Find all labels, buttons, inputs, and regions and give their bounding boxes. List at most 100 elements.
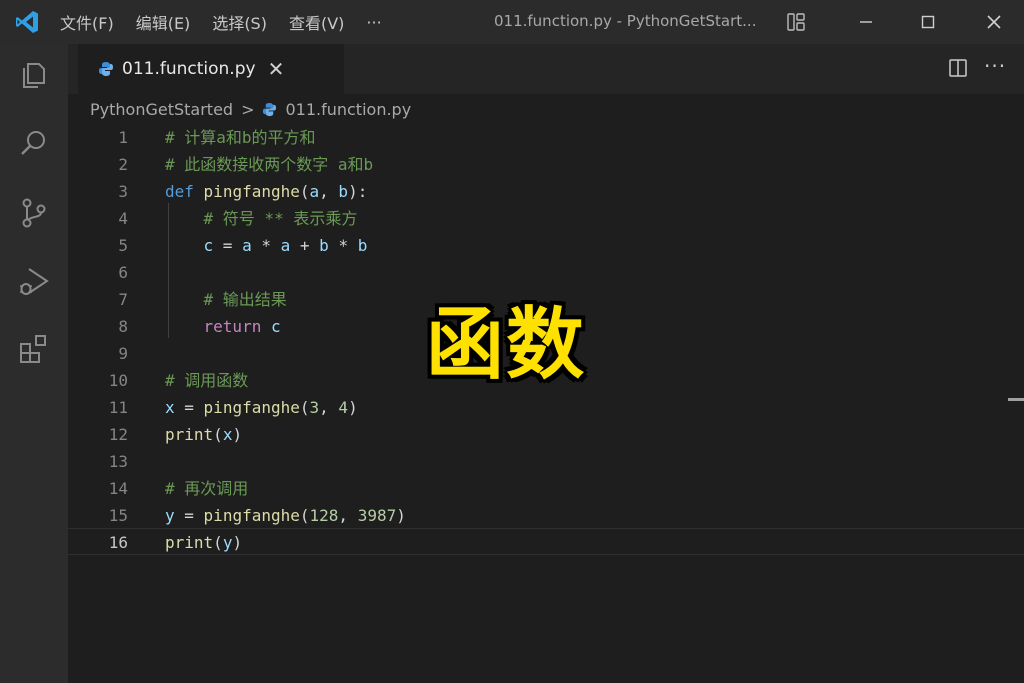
line-number: 14	[108, 479, 128, 498]
menu-more[interactable]: ···	[366, 13, 381, 32]
code-text[interactable]: # 输出结果	[165, 286, 287, 313]
keyword: def	[165, 182, 194, 201]
code-text[interactable]: # 调用函数	[165, 367, 248, 394]
variable: b	[319, 236, 329, 255]
python-file-icon	[263, 102, 277, 116]
maximize-icon	[921, 15, 935, 29]
menu-view[interactable]: 查看(V)	[289, 10, 344, 34]
code-line: 13	[68, 448, 1024, 475]
activity-bar	[0, 44, 68, 683]
code-text[interactable]: print(y)	[165, 529, 242, 556]
run-debug-icon[interactable]	[17, 264, 51, 298]
comment: # 符号 ** 表示乘方	[203, 209, 358, 228]
code-line: 4 # 符号 ** 表示乘方	[68, 205, 1024, 232]
line-number: 2	[118, 155, 128, 174]
maximize-button[interactable]	[916, 10, 940, 34]
tab-close-icon[interactable]: ✕	[268, 57, 285, 81]
comment: # 输出结果	[203, 290, 287, 309]
code-line: 15 y = pingfanghe(128, 3987)	[68, 502, 1024, 529]
menu-selection[interactable]: 选择(S)	[212, 10, 267, 34]
code-line: 5 c = a * a + b * b	[68, 232, 1024, 259]
code-text[interactable]: y = pingfanghe(128, 3987)	[165, 502, 406, 529]
function-name: pingfanghe	[203, 506, 300, 525]
variable: b	[357, 236, 368, 255]
line-number: 4	[118, 209, 128, 228]
search-icon[interactable]	[17, 126, 51, 160]
variable: c	[270, 317, 281, 336]
close-icon	[987, 15, 1001, 29]
code-text[interactable]: def pingfanghe(a, b):	[165, 178, 367, 205]
minimize-icon	[860, 21, 872, 23]
code-text[interactable]: # 此函数接收两个数字 a和b	[165, 151, 373, 178]
variable: x	[165, 398, 175, 417]
code-text[interactable]: # 再次调用	[165, 475, 248, 502]
parameter: b	[338, 182, 349, 201]
code-line: 2 # 此函数接收两个数字 a和b	[68, 151, 1024, 178]
breadcrumb-separator: >	[241, 99, 255, 119]
code-line: 1 # 计算a和b的平方和	[68, 124, 1024, 151]
line-number: 6	[118, 263, 128, 282]
python-file-icon	[99, 62, 113, 76]
window-title: 011.function.py - PythonGetStart...	[494, 12, 757, 30]
comment: # 再次调用	[165, 479, 249, 498]
code-text[interactable]: print(x)	[165, 421, 242, 448]
number: 3987	[357, 506, 397, 525]
variable: x	[222, 425, 233, 444]
more-actions-icon[interactable]: ···	[984, 54, 1006, 78]
variable: y	[222, 533, 233, 552]
customize-layout-icon[interactable]	[786, 12, 806, 32]
variable: a	[242, 236, 252, 255]
tab-label: 011.function.py	[122, 59, 256, 79]
number: 4	[338, 398, 349, 417]
scrollbar-marker[interactable]	[1008, 398, 1024, 401]
vscode-logo-icon	[16, 11, 38, 33]
line-number: 13	[108, 452, 128, 471]
number: 3	[309, 398, 320, 417]
code-editor[interactable]: 1 # 计算a和b的平方和 2 # 此函数接收两个数字 a和b 3 def pi…	[68, 122, 1024, 683]
code-text[interactable]: x = pingfanghe(3, 4)	[165, 394, 358, 421]
line-number: 1	[118, 128, 128, 147]
menu-edit[interactable]: 编辑(E)	[136, 10, 191, 34]
variable: a	[280, 236, 291, 255]
breadcrumb: PythonGetStarted > 011.function.py	[90, 97, 411, 121]
close-window-button[interactable]	[982, 10, 1006, 34]
code-line: 14 # 再次调用	[68, 475, 1024, 502]
tab-bar: 011.function.py ✕ ···	[68, 44, 1024, 94]
menu-bar: 文件(F) 编辑(E) 选择(S) 查看(V) ···	[60, 0, 404, 44]
comment: # 此函数接收两个数字 a和b	[165, 155, 374, 174]
source-control-icon[interactable]	[17, 196, 51, 230]
overlay-caption: 函数	[426, 300, 587, 390]
code-line: 3 def pingfanghe(a, b):	[68, 178, 1024, 205]
code-text[interactable]: # 计算a和b的平方和	[165, 124, 316, 151]
function-name: print	[165, 533, 214, 552]
line-number: 9	[118, 344, 128, 363]
explorer-icon[interactable]	[17, 58, 51, 92]
extensions-icon[interactable]	[17, 332, 51, 366]
line-number: 5	[118, 236, 128, 255]
code-line: 6	[68, 259, 1024, 286]
menu-file[interactable]: 文件(F)	[60, 10, 114, 34]
breadcrumb-folder[interactable]: PythonGetStarted	[90, 100, 233, 119]
split-editor-icon[interactable]	[948, 58, 968, 78]
comment: # 调用函数	[165, 371, 249, 390]
line-number: 8	[118, 317, 128, 336]
title-bar: 文件(F) 编辑(E) 选择(S) 查看(V) ··· 011.function…	[0, 0, 1024, 44]
number: 128	[309, 506, 339, 525]
line-number: 11	[108, 398, 128, 417]
line-number: 7	[118, 290, 128, 309]
code-line: 11 x = pingfanghe(3, 4)	[68, 394, 1024, 421]
parameter: a	[309, 182, 320, 201]
code-line: 16 print(y)	[68, 529, 1024, 556]
code-text[interactable]: return c	[165, 313, 281, 340]
variable: y	[165, 506, 175, 525]
minimize-button[interactable]	[854, 10, 878, 34]
breadcrumb-file[interactable]: 011.function.py	[285, 100, 411, 119]
line-number: 12	[108, 425, 128, 444]
function-name: print	[165, 425, 214, 444]
function-name: pingfanghe	[203, 398, 300, 417]
line-number: 3	[118, 182, 128, 201]
code-text[interactable]: c = a * a + b * b	[165, 232, 368, 259]
tab-011-function-py[interactable]: 011.function.py ✕	[78, 44, 344, 94]
code-text[interactable]: # 符号 ** 表示乘方	[165, 205, 358, 232]
variable: c	[203, 236, 214, 255]
